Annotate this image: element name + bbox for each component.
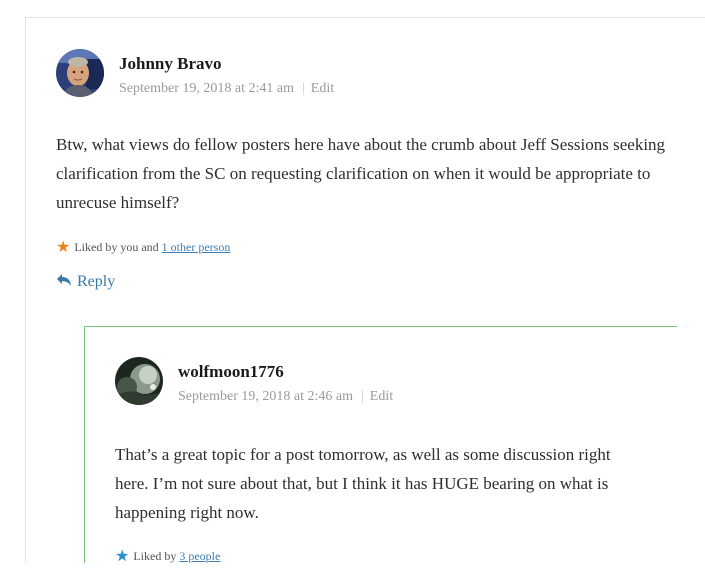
star-icon: ★ (56, 239, 71, 256)
edit-link[interactable]: Edit (370, 389, 393, 404)
comment-body: Btw, what views do fellow posters here h… (56, 135, 666, 212)
likes-line: ★ Liked by you and 1 other person (56, 237, 230, 257)
comment-meta: September 19, 2018 at 2:46 am | Edit (178, 389, 393, 405)
avatar-photo (115, 357, 163, 405)
comment-author[interactable]: wolfmoon1776 (178, 362, 284, 382)
likes-line: ★ Liked by 3 people (115, 546, 220, 566)
comment-body: That’s a great topic for a post tomorrow… (115, 445, 611, 522)
comment-wolfmoon1776: wolfmoon1776 September 19, 2018 at 2:46 … (84, 326, 677, 566)
meta-separator: | (360, 389, 364, 404)
reply-button[interactable]: Reply (56, 273, 115, 291)
reply-label: Reply (77, 273, 116, 290)
avatar[interactable] (56, 49, 104, 97)
comment-date-link[interactable]: September 19, 2018 at 2:41 am (119, 81, 294, 96)
likes-prefix: Liked by you and (74, 240, 159, 254)
comment-author[interactable]: Johnny Bravo (119, 54, 222, 74)
likes-people-link[interactable]: 3 people (179, 549, 220, 563)
edit-link[interactable]: Edit (311, 81, 334, 96)
likes-prefix: Liked by (133, 549, 177, 563)
comment-date-link[interactable]: September 19, 2018 at 2:46 am (178, 389, 353, 404)
meta-separator: | (301, 81, 305, 96)
avatar[interactable] (115, 357, 163, 405)
comment-meta: September 19, 2018 at 2:41 am | Edit (119, 81, 334, 97)
reply-arrow-icon (57, 274, 71, 286)
likes-people-link[interactable]: 1 other person (162, 240, 231, 254)
star-icon: ★ (115, 548, 130, 565)
avatar-photo (56, 49, 104, 97)
